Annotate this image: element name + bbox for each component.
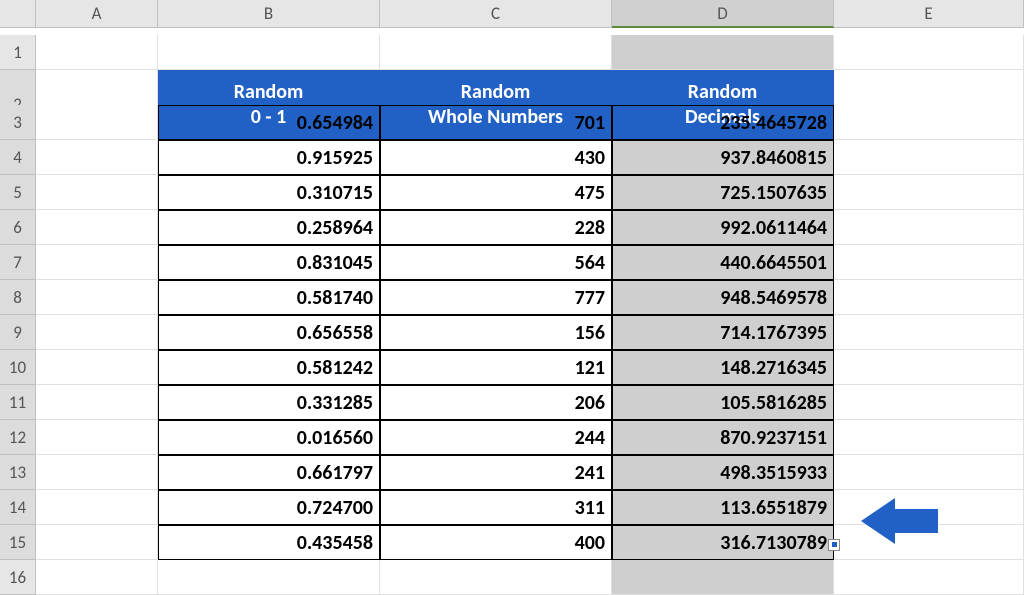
cell-C15[interactable]: 400 bbox=[380, 525, 612, 560]
cell-B4[interactable]: 0.915925 bbox=[158, 140, 380, 175]
cell-B11[interactable]: 0.331285 bbox=[158, 385, 380, 420]
cell-B16[interactable] bbox=[158, 560, 380, 595]
cell-E8[interactable] bbox=[834, 280, 1024, 315]
cell-D6[interactable]: 992.0611464 bbox=[612, 210, 834, 245]
row-header-7[interactable]: 7 bbox=[0, 245, 36, 280]
row-header-8[interactable]: 8 bbox=[0, 280, 36, 315]
col-header-A[interactable]: A bbox=[36, 0, 158, 28]
cell-C7[interactable]: 564 bbox=[380, 245, 612, 280]
cell-C9[interactable]: 156 bbox=[380, 315, 612, 350]
autofill-options-icon[interactable] bbox=[828, 539, 840, 551]
cell-E11[interactable] bbox=[834, 385, 1024, 420]
cell-B13[interactable]: 0.661797 bbox=[158, 455, 380, 490]
cell-A12[interactable] bbox=[36, 420, 158, 455]
cell-C10[interactable]: 121 bbox=[380, 350, 612, 385]
row-header-1[interactable]: 1 bbox=[0, 35, 36, 70]
cell-B9[interactable]: 0.656558 bbox=[158, 315, 380, 350]
row-header-16[interactable]: 16 bbox=[0, 560, 36, 595]
cell-B14[interactable]: 0.724700 bbox=[158, 490, 380, 525]
cell-B12[interactable]: 0.016560 bbox=[158, 420, 380, 455]
cell-D12[interactable]: 870.9237151 bbox=[612, 420, 834, 455]
cell-C14[interactable]: 311 bbox=[380, 490, 612, 525]
cell-E1[interactable] bbox=[834, 35, 1024, 70]
cell-D16[interactable] bbox=[612, 560, 834, 595]
col-header-B[interactable]: B bbox=[158, 0, 380, 28]
cell-C3[interactable]: 701 bbox=[380, 105, 612, 140]
cell-B1[interactable] bbox=[158, 35, 380, 70]
row-header-10[interactable]: 10 bbox=[0, 350, 36, 385]
cell-D15[interactable]: 316.7130789 bbox=[612, 525, 834, 560]
cell-B6[interactable]: 0.258964 bbox=[158, 210, 380, 245]
cell-A9[interactable] bbox=[36, 315, 158, 350]
cell-A4[interactable] bbox=[36, 140, 158, 175]
cell-A7[interactable] bbox=[36, 245, 158, 280]
cell-D4[interactable]: 937.8460815 bbox=[612, 140, 834, 175]
cell-A8[interactable] bbox=[36, 280, 158, 315]
cell-A3[interactable] bbox=[36, 105, 158, 140]
cell-D13[interactable]: 498.3515933 bbox=[612, 455, 834, 490]
cell-A13[interactable] bbox=[36, 455, 158, 490]
cell-B7[interactable]: 0.831045 bbox=[158, 245, 380, 280]
cell-E7[interactable] bbox=[834, 245, 1024, 280]
cell-C4[interactable]: 430 bbox=[380, 140, 612, 175]
cell-D7[interactable]: 440.6645501 bbox=[612, 245, 834, 280]
cell-E6[interactable] bbox=[834, 210, 1024, 245]
cell-A15[interactable] bbox=[36, 525, 158, 560]
cell-B3[interactable]: 0.654984 bbox=[158, 105, 380, 140]
annotation-arrow-body bbox=[893, 509, 938, 533]
col-header-E[interactable]: E bbox=[834, 0, 1024, 28]
row-header-9[interactable]: 9 bbox=[0, 315, 36, 350]
cell-A1[interactable] bbox=[36, 35, 158, 70]
cell-A10[interactable] bbox=[36, 350, 158, 385]
col-header-D[interactable]: D bbox=[612, 0, 834, 28]
cell-B10[interactable]: 0.581242 bbox=[158, 350, 380, 385]
cell-B8[interactable]: 0.581740 bbox=[158, 280, 380, 315]
col-header-C[interactable]: C bbox=[380, 0, 612, 28]
cell-C8[interactable]: 777 bbox=[380, 280, 612, 315]
row-header-15[interactable]: 15 bbox=[0, 525, 36, 560]
select-all-corner[interactable] bbox=[0, 0, 36, 28]
cell-D1[interactable] bbox=[612, 35, 834, 70]
row-header-6[interactable]: 6 bbox=[0, 210, 36, 245]
row-header-3[interactable]: 3 bbox=[0, 105, 36, 140]
cell-E12[interactable] bbox=[834, 420, 1024, 455]
cell-E3[interactable] bbox=[834, 105, 1024, 140]
cell-D14[interactable]: 113.6551879 bbox=[612, 490, 834, 525]
row-header-12[interactable]: 12 bbox=[0, 420, 36, 455]
cell-D3[interactable]: 235.4645728 bbox=[612, 105, 834, 140]
cell-B15[interactable]: 0.435458 bbox=[158, 525, 380, 560]
cell-A5[interactable] bbox=[36, 175, 158, 210]
row-header-4[interactable]: 4 bbox=[0, 140, 36, 175]
cell-C6[interactable]: 228 bbox=[380, 210, 612, 245]
cell-E16[interactable] bbox=[834, 560, 1024, 595]
cell-C11[interactable]: 206 bbox=[380, 385, 612, 420]
cell-A11[interactable] bbox=[36, 385, 158, 420]
cell-E5[interactable] bbox=[834, 175, 1024, 210]
cell-C16[interactable] bbox=[380, 560, 612, 595]
cell-E4[interactable] bbox=[834, 140, 1024, 175]
cell-B5[interactable]: 0.310715 bbox=[158, 175, 380, 210]
cell-E9[interactable] bbox=[834, 315, 1024, 350]
row-header-5[interactable]: 5 bbox=[0, 175, 36, 210]
cell-C12[interactable]: 244 bbox=[380, 420, 612, 455]
cell-C5[interactable]: 475 bbox=[380, 175, 612, 210]
cell-D8[interactable]: 948.5469578 bbox=[612, 280, 834, 315]
cell-A16[interactable] bbox=[36, 560, 158, 595]
row-header-11[interactable]: 11 bbox=[0, 385, 36, 420]
cell-A6[interactable] bbox=[36, 210, 158, 245]
cell-D11[interactable]: 105.5816285 bbox=[612, 385, 834, 420]
cell-C1[interactable] bbox=[380, 35, 612, 70]
cell-D10[interactable]: 148.2716345 bbox=[612, 350, 834, 385]
annotation-arrow-icon bbox=[861, 498, 895, 544]
row-header-13[interactable]: 13 bbox=[0, 455, 36, 490]
cell-E10[interactable] bbox=[834, 350, 1024, 385]
cell-D9[interactable]: 714.1767395 bbox=[612, 315, 834, 350]
cell-C13[interactable]: 241 bbox=[380, 455, 612, 490]
cell-A14[interactable] bbox=[36, 490, 158, 525]
cell-E13[interactable] bbox=[834, 455, 1024, 490]
cell-D5[interactable]: 725.1507635 bbox=[612, 175, 834, 210]
row-header-14[interactable]: 14 bbox=[0, 490, 36, 525]
